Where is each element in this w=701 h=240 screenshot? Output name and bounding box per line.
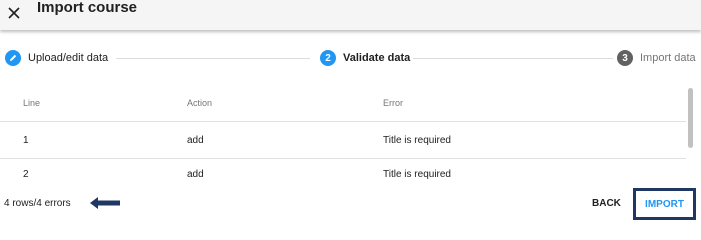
cell-action: add <box>187 135 204 146</box>
column-header-line: Line <box>23 98 41 108</box>
close-button[interactable] <box>3 2 25 24</box>
table-header: Line Action Error <box>0 85 686 122</box>
validation-table: Line Action Error 1 add Title is require… <box>0 85 686 181</box>
step-label: Upload/edit data <box>28 52 109 64</box>
import-button[interactable]: IMPORT <box>633 188 696 220</box>
column-header-action: Action <box>187 98 213 108</box>
cell-action: add <box>187 169 204 180</box>
status-text: 4 rows/4 errors <box>4 198 71 209</box>
table-row: 2 add Title is required <box>0 159 686 181</box>
back-button[interactable]: BACK <box>592 198 621 209</box>
pencil-icon <box>10 54 17 61</box>
step-label: Import data <box>640 52 696 64</box>
table-row: 1 add Title is required <box>0 122 686 159</box>
step-label: Validate data <box>343 52 411 64</box>
cell-error: Title is required <box>383 135 451 146</box>
step-upload-edit-data[interactable]: Upload/edit data <box>5 47 108 69</box>
import-button-label: IMPORT <box>645 198 684 210</box>
arrow-left-icon <box>90 197 120 209</box>
dialog-title: Import course <box>37 0 138 16</box>
table-scrollbar[interactable] <box>686 85 695 180</box>
column-header-error: Error <box>383 98 403 108</box>
dialog-header: Import course <box>0 0 701 30</box>
dialog-footer: 4 rows/4 errors BACK IMPORT <box>0 187 701 227</box>
step-validate-data[interactable]: 2 Validate data <box>320 47 410 69</box>
step-number-badge: 2 <box>320 50 336 66</box>
step-number-badge: 3 <box>617 50 633 66</box>
cell-line: 2 <box>23 169 29 180</box>
step-completed-badge <box>5 50 21 66</box>
close-icon <box>8 7 20 19</box>
cell-line: 1 <box>23 135 29 146</box>
step-connector <box>116 58 310 59</box>
step-import-data[interactable]: 3 Import data <box>617 47 696 69</box>
cell-error: Title is required <box>383 169 451 180</box>
step-connector <box>413 58 613 59</box>
stepper: Upload/edit data 2 Validate data 3 Impor… <box>0 47 701 69</box>
scrollbar-thumb[interactable] <box>688 88 693 148</box>
